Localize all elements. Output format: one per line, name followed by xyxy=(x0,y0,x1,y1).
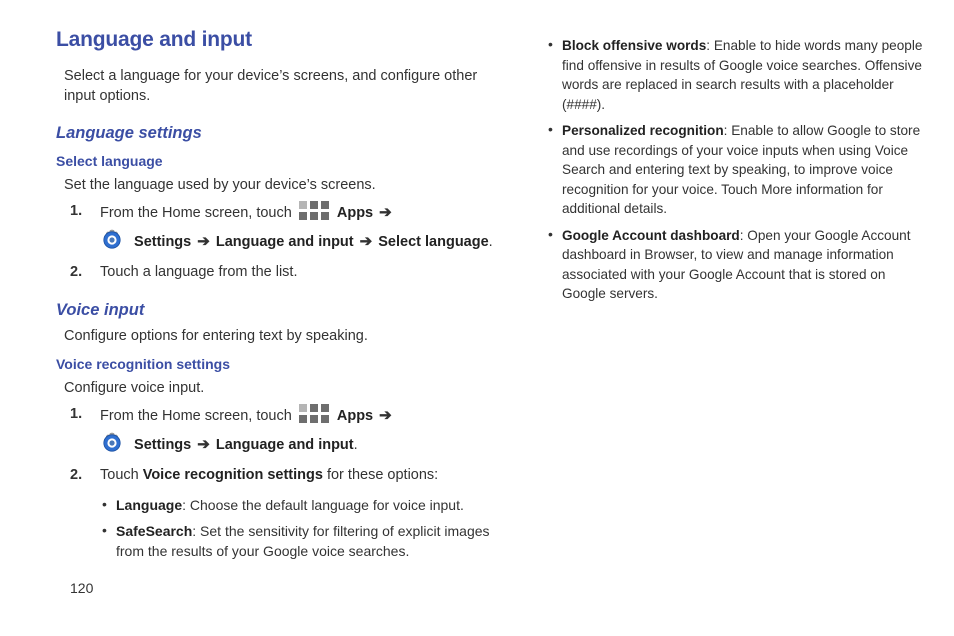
settings-label: Settings xyxy=(134,234,192,250)
voice-recognition-options-list: Language: Choose the default language fo… xyxy=(102,494,506,561)
step-period: . xyxy=(353,437,358,453)
intro-paragraph: Select a language for your device’s scre… xyxy=(64,68,478,104)
option-term: Block offensive words xyxy=(562,38,707,53)
step-item: 1. From the Home screen, touch Apps ➔ Se… xyxy=(56,404,506,456)
step-line-1: From the Home screen, touch Apps ➔ xyxy=(100,201,506,224)
select-language-intro: Set the language used by your device’s s… xyxy=(64,177,376,193)
list-item: Language: Choose the default language fo… xyxy=(102,494,506,515)
option-term: Google Account dashboard xyxy=(562,227,740,243)
step-text: From the Home screen, touch xyxy=(100,205,292,221)
apps-grid-icon xyxy=(298,201,329,221)
list-item: Block offensive words: Enable to hide wo… xyxy=(548,35,928,114)
path-language-and-input: Language and input xyxy=(215,234,354,250)
step-number: 2. xyxy=(70,264,83,280)
voice-recognition-intro: Configure voice input. xyxy=(64,380,205,396)
option-term: Personalized recognition xyxy=(562,123,724,138)
list-item: SafeSearch: Set the sensitivity for filt… xyxy=(102,520,506,561)
arrow-icon: ➔ xyxy=(359,233,373,250)
settings-gear-icon xyxy=(100,228,124,252)
page-title: Language and input xyxy=(56,28,252,51)
settings-label: Settings xyxy=(134,437,192,453)
path-language-and-input: Language and input xyxy=(215,437,354,453)
step-number: 1. xyxy=(70,406,83,422)
step-item: 1. From the Home screen, touch Apps ➔ Se… xyxy=(56,201,506,253)
list-item: Google Account dashboard: Open your Goog… xyxy=(548,225,928,304)
path-select-language: Select language xyxy=(378,234,489,250)
option-term: Language xyxy=(116,497,183,513)
page-number: 120 xyxy=(70,580,94,596)
manual-page: Language and input Select a language for… xyxy=(0,0,954,636)
step-text: From the Home screen, touch xyxy=(100,408,292,424)
voice-input-intro: Configure options for entering text by s… xyxy=(64,328,368,344)
step-term: Voice recognition settings xyxy=(142,467,323,483)
step-period: . xyxy=(488,234,493,250)
step-text-post: for these options: xyxy=(326,467,439,483)
option-description: : Choose the default language for voice … xyxy=(182,497,464,513)
settings-gear-icon xyxy=(100,431,124,455)
step-text: Touch a language from the list. xyxy=(100,264,298,280)
subsection-voice-recognition-settings: Voice recognition settings xyxy=(56,356,230,372)
arrow-icon: ➔ xyxy=(379,407,392,424)
section-voice-input: Voice input xyxy=(56,301,145,319)
right-column: Block offensive words: Enable to hide wo… xyxy=(548,30,928,311)
arrow-icon: ➔ xyxy=(197,233,210,250)
step-item: 2. Touch a language from the list. xyxy=(56,262,506,283)
apps-label: Apps xyxy=(336,205,374,221)
select-language-steps: 1. From the Home screen, touch Apps ➔ Se… xyxy=(56,201,506,283)
apps-label: Apps xyxy=(336,408,374,424)
arrow-icon: ➔ xyxy=(197,436,210,453)
step-line-2: Settings ➔ Language and input ➔ Select l… xyxy=(100,228,506,253)
left-column: Language and input Select a language for… xyxy=(56,28,506,567)
step-text-pre: Touch xyxy=(100,467,139,483)
step-number: 2. xyxy=(70,467,83,483)
list-item: Personalized recognition: Enable to allo… xyxy=(548,120,928,219)
step-item: 2. Touch Voice recognition settings for … xyxy=(56,465,506,486)
arrow-icon: ➔ xyxy=(379,204,392,221)
subsection-select-language: Select language xyxy=(56,153,163,169)
apps-grid-icon xyxy=(298,404,329,424)
step-line-1: From the Home screen, touch Apps ➔ xyxy=(100,404,506,427)
right-options-list: Block offensive words: Enable to hide wo… xyxy=(548,35,928,304)
step-number: 1. xyxy=(70,203,83,219)
option-term: SafeSearch xyxy=(116,523,193,539)
voice-recognition-steps: 1. From the Home screen, touch Apps ➔ Se… xyxy=(56,404,506,486)
step-line-2: Settings ➔ Language and input. xyxy=(100,431,506,456)
section-language-settings: Language settings xyxy=(56,124,202,142)
step-line-1: Touch Voice recognition settings for the… xyxy=(100,465,506,486)
